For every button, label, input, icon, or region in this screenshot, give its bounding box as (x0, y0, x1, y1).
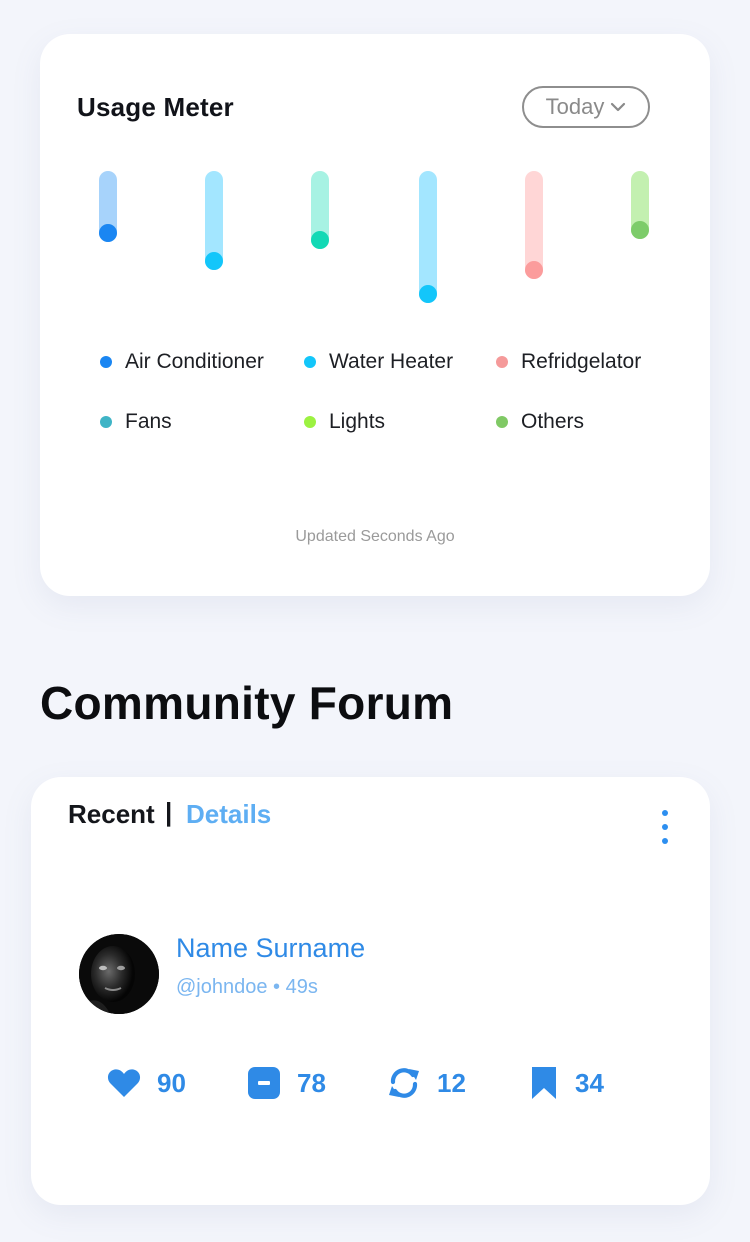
bookmark-icon (532, 1067, 556, 1099)
tab-recent[interactable]: Recent (68, 799, 155, 830)
legend-label: Air Conditioner (125, 350, 264, 373)
vertical-ellipsis-icon (662, 810, 668, 816)
legend-color-dot (496, 416, 508, 428)
like-count: 90 (157, 1067, 186, 1098)
usage-legend: Air Conditioner Water Heater Refridgelator… (40, 34, 710, 484)
bookmark-count: 34 (575, 1067, 604, 1098)
ellipsis-dot (662, 838, 668, 844)
like-button[interactable]: 90 (107, 1063, 186, 1103)
legend-label: Lights (329, 410, 386, 433)
forum-heading: Community Forum (40, 677, 454, 729)
legend-label: Fans (125, 410, 172, 433)
more-options-button[interactable] (653, 807, 677, 847)
updated-status: Updated Seconds Ago (295, 528, 455, 545)
legend-item: Refridgelator (496, 350, 641, 374)
legend-item: Water Heater (304, 350, 453, 374)
legend-color-dot (304, 356, 316, 368)
tab-separator: | (165, 797, 173, 827)
usage-meter-card: Usage Meter Today Air Conditioner Water H… (40, 34, 710, 596)
bookmark-button[interactable]: 34 (529, 1063, 604, 1103)
legend-item: Fans (100, 410, 172, 434)
comment-count: 78 (297, 1067, 326, 1098)
ellipsis-dot (662, 824, 668, 830)
repost-button[interactable]: 12 (387, 1063, 466, 1103)
legend-color-dot (100, 416, 112, 428)
legend-color-dot (100, 356, 112, 368)
legend-item: Lights (304, 410, 385, 434)
comment-button[interactable]: 78 (247, 1063, 326, 1103)
comment-icon (248, 1067, 280, 1099)
repost-count: 12 (437, 1067, 466, 1098)
legend-label: Others (521, 410, 585, 433)
repost-icon (389, 1068, 419, 1098)
legend-label: Water Heater (329, 350, 454, 373)
legend-color-dot (496, 356, 508, 368)
tab-details[interactable]: Details (186, 799, 271, 830)
avatar[interactable] (79, 934, 159, 1014)
post-author-name[interactable]: Name Surname (176, 933, 365, 964)
avatar-photo (79, 934, 159, 1014)
legend-color-dot (304, 416, 316, 428)
post-author-meta: @johndoe • 49s (176, 976, 318, 998)
heart-icon (107, 1069, 141, 1097)
legend-item: Others (496, 410, 584, 434)
legend-label: Refridgelator (521, 350, 642, 373)
legend-item: Air Conditioner (100, 350, 264, 374)
forum-card: Recent | Details Name Surname @johndoe •… (31, 777, 710, 1205)
